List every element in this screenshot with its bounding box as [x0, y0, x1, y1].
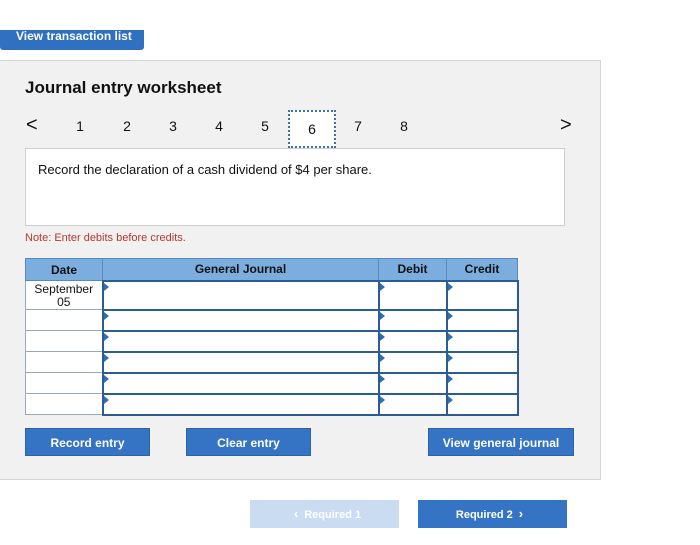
- account-input[interactable]: [101, 371, 380, 395]
- page-5[interactable]: 5: [255, 118, 275, 134]
- date-cell: [25, 309, 103, 331]
- journal-header-row: Date General Journal Debit Credit: [25, 258, 518, 281]
- dropdown-triangle-icon: [103, 282, 109, 291]
- input-marker-icon: [379, 374, 385, 383]
- record-entry-button[interactable]: Record entry: [25, 428, 150, 456]
- page-6-active[interactable]: 6: [288, 110, 336, 148]
- table-row: [25, 308, 519, 332]
- page-navigator: < 1 2 3 4 5 6 7 8 >: [0, 110, 600, 148]
- debit-input[interactable]: [377, 350, 448, 374]
- page-7[interactable]: 7: [348, 118, 368, 134]
- dropdown-triangle-icon: [103, 311, 109, 320]
- input-marker-icon: [379, 353, 385, 362]
- input-marker-icon: [447, 282, 453, 291]
- required-1-label: Required 1: [304, 509, 362, 521]
- input-marker-icon: [379, 395, 385, 404]
- debit-input[interactable]: [377, 279, 448, 311]
- credit-input[interactable]: [445, 392, 519, 416]
- debit-input[interactable]: [377, 392, 448, 416]
- debit-input[interactable]: [377, 308, 448, 332]
- required-1-button[interactable]: ‹ Required 1: [250, 500, 399, 528]
- next-page-arrow-icon[interactable]: >: [560, 114, 572, 137]
- dropdown-triangle-icon: [103, 374, 109, 383]
- table-row: September 05: [25, 279, 519, 311]
- header-general-journal: General Journal: [102, 258, 379, 281]
- transaction-prompt: Record the declaration of a cash dividen…: [25, 148, 565, 226]
- page-1[interactable]: 1: [70, 118, 90, 134]
- input-marker-icon: [447, 311, 453, 320]
- worksheet-title: Journal entry worksheet: [25, 78, 222, 97]
- page-2[interactable]: 2: [117, 118, 137, 134]
- input-marker-icon: [447, 374, 453, 383]
- dropdown-triangle-icon: [103, 332, 109, 341]
- chevron-right-icon: ›: [518, 506, 524, 521]
- account-input[interactable]: [101, 392, 380, 416]
- dropdown-triangle-icon: [103, 395, 109, 404]
- account-input[interactable]: [101, 308, 380, 332]
- required-2-label: Required 2: [455, 509, 513, 521]
- input-marker-icon: [379, 332, 385, 341]
- debit-input[interactable]: [377, 329, 448, 353]
- header-credit: Credit: [446, 258, 518, 281]
- date-cell: [25, 330, 103, 352]
- clear-entry-button[interactable]: Clear entry: [186, 428, 311, 456]
- entry-note: Note: Enter debits before credits.: [25, 232, 186, 244]
- credit-input[interactable]: [445, 308, 519, 332]
- page-8[interactable]: 8: [394, 118, 414, 134]
- table-row: [25, 350, 519, 374]
- journal-table: Date General Journal Debit Credit Septem…: [25, 258, 519, 416]
- table-row: [25, 392, 519, 416]
- header-date: Date: [25, 258, 103, 281]
- input-marker-icon: [447, 395, 453, 404]
- required-2-button[interactable]: Required 2 ›: [418, 500, 567, 528]
- dropdown-triangle-icon: [103, 353, 109, 362]
- page-3[interactable]: 3: [163, 118, 183, 134]
- prev-page-arrow-icon[interactable]: <: [26, 114, 38, 137]
- credit-input[interactable]: [445, 279, 519, 311]
- input-marker-icon: [379, 311, 385, 320]
- input-marker-icon: [447, 332, 453, 341]
- view-general-journal-button[interactable]: View general journal: [428, 428, 574, 456]
- date-cell: [25, 393, 103, 415]
- header-debit: Debit: [378, 258, 447, 281]
- view-transaction-list-button[interactable]: View transaction list: [0, 30, 144, 50]
- debit-input[interactable]: [377, 371, 448, 395]
- credit-input[interactable]: [445, 350, 519, 374]
- account-input[interactable]: [101, 279, 380, 311]
- credit-input[interactable]: [445, 371, 519, 395]
- credit-input[interactable]: [445, 329, 519, 353]
- account-input[interactable]: [101, 350, 380, 374]
- date-cell: September 05: [25, 280, 103, 310]
- date-cell: [25, 351, 103, 373]
- input-marker-icon: [447, 353, 453, 362]
- input-marker-icon: [379, 282, 385, 291]
- account-input[interactable]: [101, 329, 380, 353]
- page-4[interactable]: 4: [209, 118, 229, 134]
- chevron-left-icon: ‹: [293, 506, 299, 521]
- table-row: [25, 371, 519, 395]
- date-cell: [25, 372, 103, 394]
- table-row: [25, 329, 519, 353]
